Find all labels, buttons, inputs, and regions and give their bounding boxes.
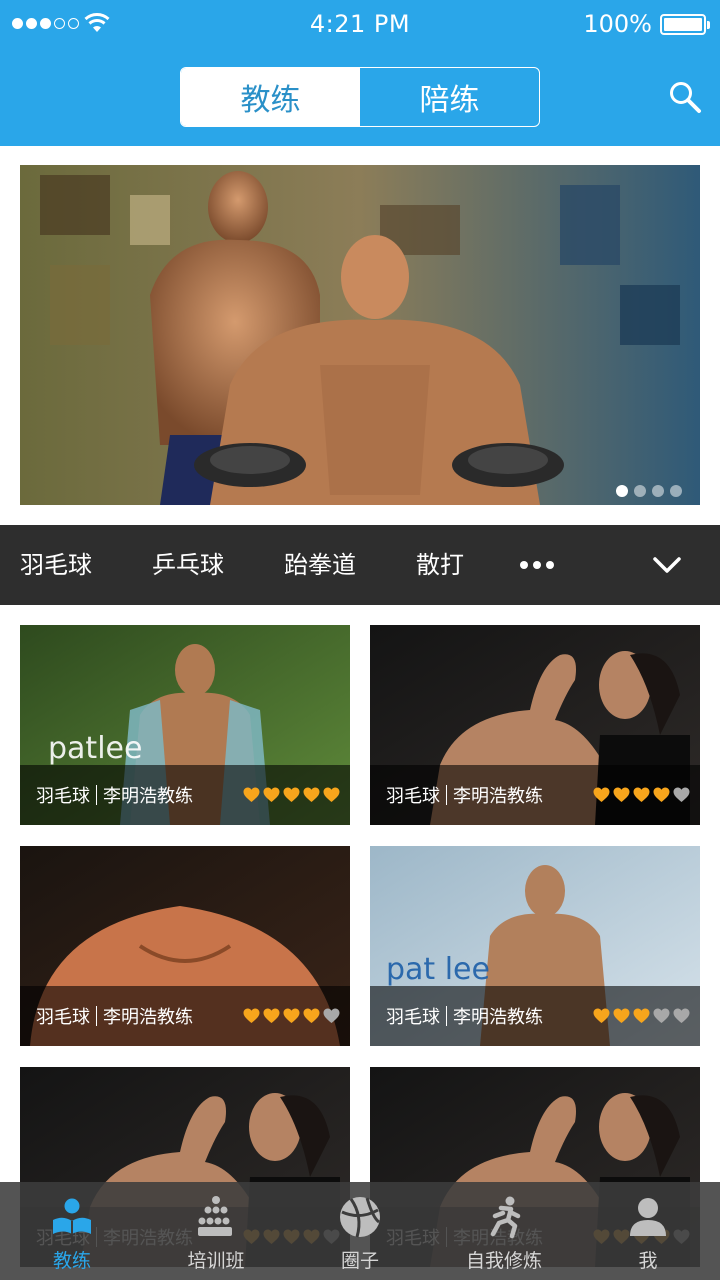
category-bar: 羽毛球 乒乓球 跆拳道 散打 <box>0 525 720 605</box>
tab-coach[interactable]: 教练 <box>181 68 360 126</box>
tab-label: 自我修炼 <box>465 1250 542 1272</box>
banner-image <box>20 165 700 505</box>
heart-icon <box>633 1008 650 1023</box>
card-coach-name: 李明浩教练 <box>453 1007 543 1028</box>
coach-card[interactable]: 羽毛球李明浩教练 <box>370 625 700 825</box>
card-separator <box>446 1006 447 1026</box>
tab-self-training[interactable]: 自我修炼 <box>432 1182 576 1280</box>
heart-icon <box>593 787 610 802</box>
rating-hearts <box>593 1008 690 1024</box>
pagination-dot[interactable] <box>652 485 664 497</box>
card-sport: 羽毛球 <box>36 786 90 807</box>
search-icon[interactable] <box>668 80 702 114</box>
heart-icon <box>613 787 630 802</box>
card-info-bar: 羽毛球李明浩教练 <box>20 765 350 825</box>
heart-icon <box>653 1008 670 1023</box>
photographer-watermark: pat lee <box>386 952 490 987</box>
more-icon[interactable] <box>520 525 554 605</box>
card-coach-name: 李明浩教练 <box>103 1007 193 1028</box>
heart-icon <box>323 1008 340 1023</box>
rating-hearts <box>243 787 340 803</box>
ball-icon <box>340 1197 380 1238</box>
card-separator <box>96 785 97 805</box>
battery-percent: 100% <box>583 10 652 38</box>
tab-label: 培训班 <box>187 1250 245 1272</box>
status-bar: 4:21 PM 100% <box>0 0 720 50</box>
heart-icon <box>593 1008 610 1023</box>
heart-icon <box>303 787 320 802</box>
card-coach-name: 李明浩教练 <box>453 786 543 807</box>
tab-label: 我 <box>638 1250 658 1272</box>
tab-label: 教练 <box>52 1250 91 1272</box>
heart-icon <box>283 787 300 802</box>
chevron-down-icon[interactable] <box>652 551 682 579</box>
coach-card[interactable]: patlee 羽毛球 李明浩教练 <box>20 625 350 825</box>
card-sport: 羽毛球 <box>36 1007 90 1028</box>
heart-icon <box>263 1008 280 1023</box>
coach-icon <box>53 1198 91 1234</box>
tab-coach-bottom[interactable]: 教练 <box>0 1182 144 1280</box>
card-sport: 羽毛球 <box>386 786 440 807</box>
rating-hearts <box>243 1008 340 1024</box>
heart-icon <box>283 1008 300 1023</box>
heart-icon <box>323 787 340 802</box>
category-badminton[interactable]: 羽毛球 <box>20 525 92 605</box>
tab-sparring[interactable]: 陪练 <box>360 68 539 126</box>
card-info-bar: 羽毛球李明浩教练 <box>370 986 700 1046</box>
heart-icon <box>613 1008 630 1023</box>
pagination-dot[interactable] <box>634 485 646 497</box>
bottom-tab-bar: 教练 培训班 圈子 自我修炼 我 <box>0 1182 720 1280</box>
coach-card[interactable]: 羽毛球李明浩教练 <box>20 846 350 1046</box>
heart-icon <box>243 1008 260 1023</box>
segmented-control: 教练 陪练 <box>180 67 540 127</box>
category-taekwondo[interactable]: 跆拳道 <box>284 525 356 605</box>
tab-class[interactable]: 培训班 <box>144 1182 288 1280</box>
heart-icon <box>673 1008 690 1023</box>
category-table-tennis[interactable]: 乒乓球 <box>152 525 224 605</box>
card-info-bar: 羽毛球李明浩教练 <box>20 986 350 1046</box>
heart-icon <box>633 787 650 802</box>
category-sanda[interactable]: 散打 <box>416 525 464 605</box>
card-separator <box>96 1006 97 1026</box>
tab-label: 圈子 <box>340 1250 379 1272</box>
heart-icon <box>673 787 690 802</box>
tab-me[interactable]: 我 <box>576 1182 720 1280</box>
pagination-dot[interactable] <box>670 485 682 497</box>
heart-icon <box>303 1008 320 1023</box>
running-icon <box>490 1196 521 1239</box>
heart-icon <box>653 787 670 802</box>
card-info-bar: 羽毛球李明浩教练 <box>370 765 700 825</box>
tab-circle[interactable]: 圈子 <box>288 1182 432 1280</box>
heart-icon <box>243 787 260 802</box>
card-separator <box>446 785 447 805</box>
user-icon <box>630 1198 666 1236</box>
battery-icon <box>660 14 710 35</box>
photographer-watermark: patlee <box>48 731 142 766</box>
coach-card[interactable]: pat lee 羽毛球 李明浩教练 <box>370 846 700 1046</box>
card-sport: 羽毛球 <box>386 1007 440 1028</box>
rating-hearts <box>593 787 690 803</box>
card-coach-name: 李明浩教练 <box>103 786 193 807</box>
app-header: 4:21 PM 100% 教练 陪练 <box>0 0 720 146</box>
class-icon <box>198 1196 232 1236</box>
banner-carousel[interactable] <box>20 165 700 505</box>
pagination-dot[interactable] <box>616 485 628 497</box>
banner-pagination <box>616 485 682 497</box>
heart-icon <box>263 787 280 802</box>
